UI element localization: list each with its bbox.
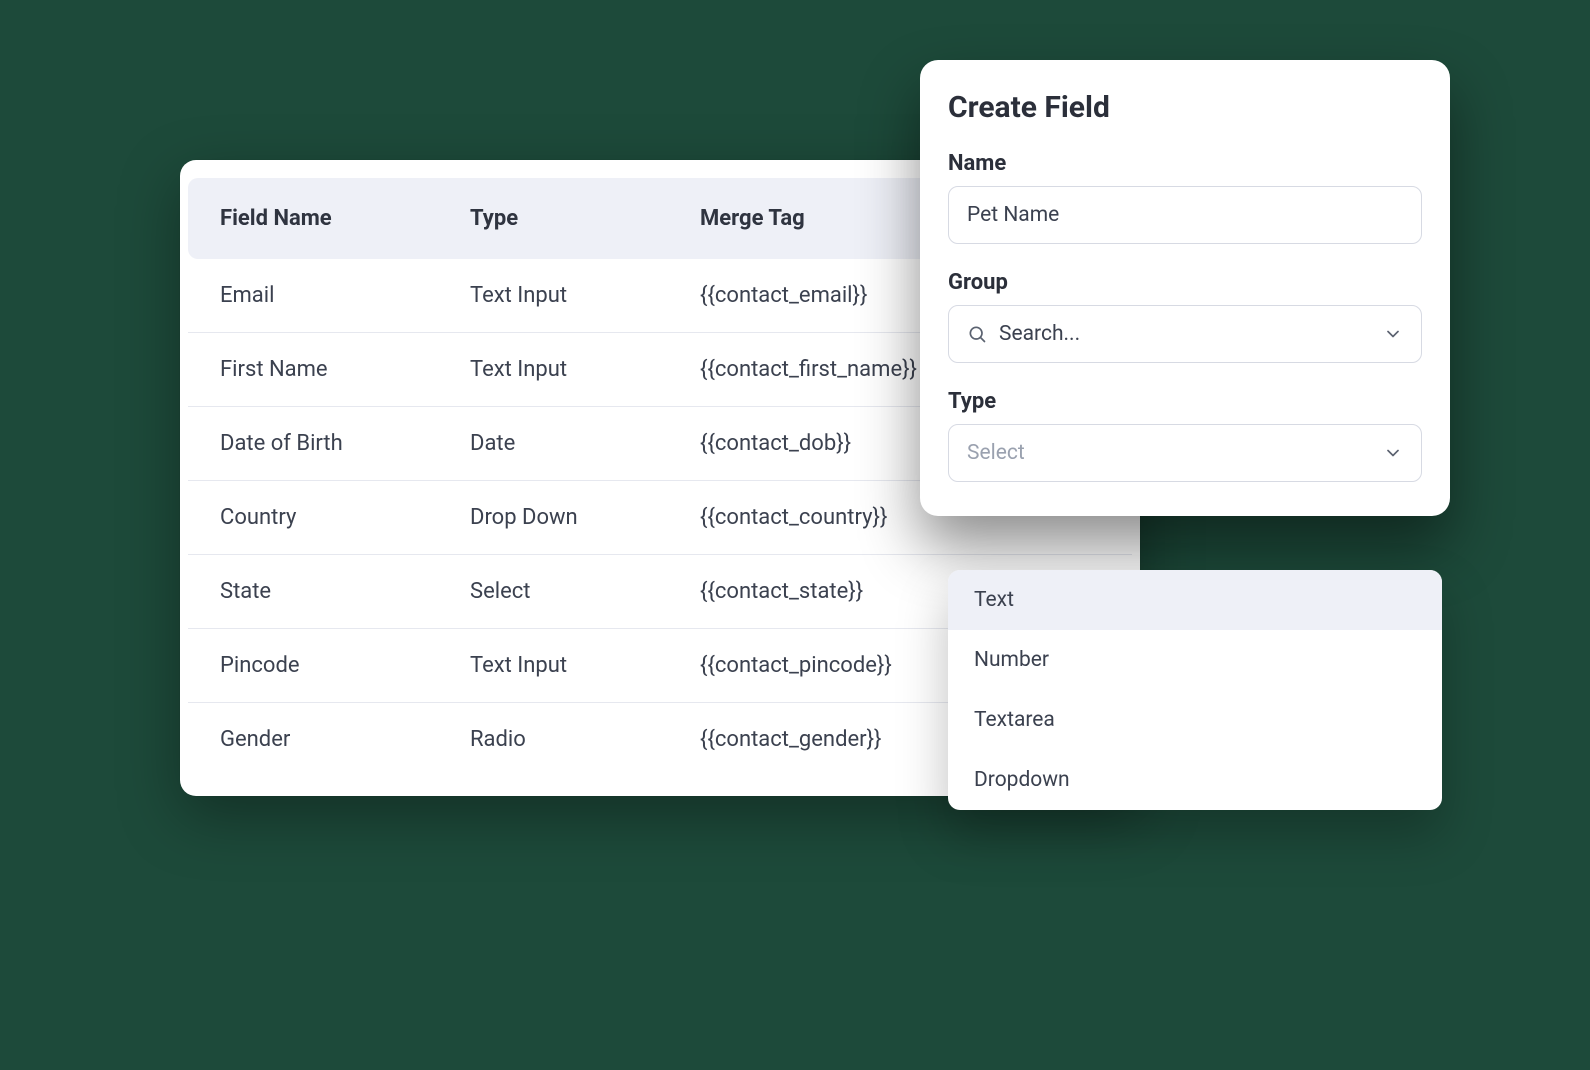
group-search-select[interactable]: Search... bbox=[948, 305, 1422, 363]
cell-type: Date bbox=[470, 431, 700, 456]
type-option[interactable]: Text bbox=[948, 570, 1442, 630]
name-input[interactable] bbox=[948, 186, 1422, 244]
cell-type: Radio bbox=[470, 727, 700, 752]
type-option[interactable]: Number bbox=[948, 630, 1442, 690]
cell-type: Text Input bbox=[470, 357, 700, 382]
group-group: Group Search... bbox=[948, 270, 1422, 363]
cell-type: Select bbox=[470, 579, 700, 604]
type-select[interactable]: Select bbox=[948, 424, 1422, 482]
type-group: Type Select bbox=[948, 389, 1422, 482]
group-label: Group bbox=[948, 270, 1422, 295]
name-label: Name bbox=[948, 151, 1422, 176]
cell-field-name: Email bbox=[220, 283, 470, 308]
search-icon bbox=[967, 324, 987, 344]
col-header-field-name: Field Name bbox=[220, 206, 470, 231]
cell-field-name: Pincode bbox=[220, 653, 470, 678]
create-field-panel: Create Field Name Group Search... bbox=[920, 60, 1450, 516]
cell-type: Drop Down bbox=[470, 505, 700, 530]
name-group: Name bbox=[948, 151, 1422, 244]
cell-type: Text Input bbox=[470, 283, 700, 308]
col-header-type: Type bbox=[470, 206, 700, 231]
type-placeholder: Select bbox=[967, 441, 1025, 465]
type-option[interactable]: Dropdown bbox=[948, 750, 1442, 810]
type-label: Type bbox=[948, 389, 1422, 414]
type-dropdown-menu: TextNumberTextareaDropdown bbox=[948, 570, 1442, 810]
cell-field-name: Gender bbox=[220, 727, 470, 752]
chevron-down-icon bbox=[1383, 443, 1403, 463]
panel-title: Create Field bbox=[948, 90, 1422, 125]
cell-field-name: Date of Birth bbox=[220, 431, 470, 456]
type-option[interactable]: Textarea bbox=[948, 690, 1442, 750]
chevron-down-icon bbox=[1383, 324, 1403, 344]
cell-field-name: First Name bbox=[220, 357, 470, 382]
cell-field-name: Country bbox=[220, 505, 470, 530]
cell-field-name: State bbox=[220, 579, 470, 604]
group-placeholder: Search... bbox=[999, 322, 1080, 346]
cell-type: Text Input bbox=[470, 653, 700, 678]
